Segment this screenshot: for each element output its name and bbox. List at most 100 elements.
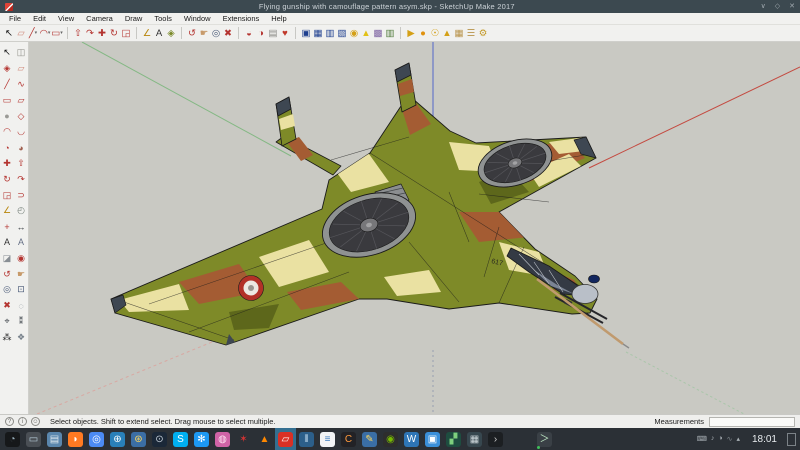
zoom-window-tool-icon[interactable]: ⊡ (14, 282, 28, 298)
volume-tray-icon[interactable]: ♪ (711, 435, 715, 443)
briefcase-app-icon[interactable]: ▣ (422, 428, 443, 450)
help-status-icon[interactable]: ? (5, 417, 14, 426)
model-info-icon[interactable]: ◒ (243, 26, 255, 41)
orbit-tool-icon[interactable]: ↺ (186, 26, 198, 41)
match-photo-icon[interactable]: ◑ (255, 26, 267, 41)
arc-tool-icon[interactable]: ◠ ▾ (39, 26, 51, 41)
look-around-tool-icon[interactable]: ⌖ (0, 314, 14, 330)
orbit-alt-tool-icon[interactable]: ❖ (14, 329, 28, 345)
make-component-icon[interactable]: ◫ (14, 45, 28, 61)
tape-measure-tool-icon[interactable]: ∠ (141, 26, 153, 41)
minimize-button[interactable]: ∨ (761, 0, 766, 13)
paint-bucket-tool-icon[interactable]: ◈ (0, 61, 14, 77)
rectangle-tool-icon[interactable]: ▭ (0, 92, 14, 108)
circle-tool-icon[interactable]: ● (0, 108, 14, 124)
extension-list-icon[interactable]: ☰ (465, 26, 477, 41)
rotated-rectangle-tool-icon[interactable]: ▱ (14, 92, 28, 108)
scale-tool-icon[interactable]: ◲ (120, 26, 132, 41)
menu-window[interactable]: Window (178, 13, 217, 25)
rotate-tool-icon[interactable]: ↻ (0, 171, 14, 187)
image-editor-app-icon[interactable]: ✎ (359, 428, 380, 450)
keyboard-tray-icon[interactable]: ⌨ (697, 435, 707, 443)
sketchup-app-icon[interactable]: ▱ (275, 428, 296, 450)
dark-c-app-icon[interactable]: C (338, 428, 359, 450)
3d-warehouse-icon[interactable]: ♥ (279, 26, 291, 41)
line-tool-icon[interactable]: ╱ (0, 77, 14, 93)
steam-app-icon[interactable]: ⊙ (149, 428, 170, 450)
extension-lens-icon[interactable]: ◉ (348, 26, 360, 41)
menu-view[interactable]: View (52, 13, 80, 25)
terminal-app-icon[interactable]: › (485, 428, 506, 450)
desktop-settings-app-icon[interactable]: ▭ (23, 428, 44, 450)
protractor-tool-icon[interactable]: ◴ (14, 203, 28, 219)
maximize-button[interactable]: ◇ (775, 0, 780, 13)
extension-bulb-icon[interactable]: ☉ (429, 26, 441, 41)
nvidia-settings-app-icon[interactable]: ◉ (380, 428, 401, 450)
menu-help[interactable]: Help (265, 13, 292, 25)
menu-camera[interactable]: Camera (80, 13, 119, 25)
zoom-tool-icon[interactable]: ◎ (0, 282, 14, 298)
pink-circle-app-icon[interactable]: ◍ (212, 428, 233, 450)
network-tray-icon[interactable]: ∿ (727, 435, 733, 443)
chromium-app-icon[interactable]: ◎ (86, 428, 107, 450)
eraser-tool-icon[interactable]: ▱ (15, 26, 27, 41)
position-camera-tool-icon[interactable]: ◉ (14, 250, 28, 266)
application-launcher-button[interactable]: ◔ (2, 428, 23, 450)
menu-edit[interactable]: Edit (27, 13, 52, 25)
blue-striped-app-icon[interactable]: ⫴ (296, 428, 317, 450)
menu-extensions[interactable]: Extensions (217, 13, 266, 25)
extension-columns-icon[interactable]: ▥ (384, 26, 396, 41)
3d-viewport[interactable]: 617 (29, 42, 800, 414)
extension-play-icon[interactable]: ▶ (405, 26, 417, 41)
extension-grid-icon[interactable]: ▦ (453, 26, 465, 41)
text-tool-icon[interactable]: A (153, 26, 165, 41)
calculator-app-icon[interactable]: ▦ (464, 428, 485, 450)
3d-text-tool-icon[interactable]: A (14, 235, 28, 251)
menu-tools[interactable]: Tools (148, 13, 178, 25)
eraser-tool-icon[interactable]: ▱ (14, 61, 28, 77)
axes-tool-icon[interactable]: + (0, 219, 14, 235)
measurements-input[interactable] (709, 417, 795, 427)
pie-tool-icon[interactable]: ◕ (14, 140, 28, 156)
zoom-extents-tool-icon[interactable]: ✖ (222, 26, 234, 41)
gunship-model[interactable]: 617 (111, 63, 629, 348)
print-icon[interactable]: ▤ (267, 26, 279, 41)
freehand-tool-icon[interactable]: ∿ (14, 77, 28, 93)
document-app-icon[interactable]: ≡ (317, 428, 338, 450)
kde-blue-app-icon[interactable]: ✻ (191, 428, 212, 450)
extension-blue-1-icon[interactable]: ▣ (300, 26, 312, 41)
extension-sphere-icon[interactable]: ● (417, 26, 429, 41)
section-plane-tool-icon[interactable]: ◪ (0, 250, 14, 266)
system-monitor-app-icon[interactable]: ▞ (443, 428, 464, 450)
select-tool-icon[interactable]: ↖ (3, 26, 15, 41)
extension-pixels-icon[interactable]: ▩ (372, 26, 384, 41)
extension-settings-icon[interactable]: ⚙ (477, 26, 489, 41)
account-status-icon[interactable]: ☺ (31, 417, 40, 426)
zoom-previous-tool-icon[interactable]: ◌ (14, 298, 28, 314)
rotate-tool-icon[interactable]: ↻ (108, 26, 120, 41)
menu-file[interactable]: File (3, 13, 27, 25)
extension-blue-2-icon[interactable]: ▦ (312, 26, 324, 41)
follow-me-tool-icon[interactable]: ↷ (14, 171, 28, 187)
red-star-app-icon[interactable]: ✶ (233, 428, 254, 450)
rectangle-tool-icon[interactable]: ▭ ▾ (51, 26, 63, 41)
paint-bucket-tool-icon[interactable]: ◈ (165, 26, 177, 41)
pan-tool-icon[interactable]: ☛ (198, 26, 210, 41)
zoom-extents-tool-icon[interactable]: ✖ (0, 298, 14, 314)
info-status-icon[interactable]: i (18, 417, 27, 426)
extension-blue-4-icon[interactable]: ▧ (336, 26, 348, 41)
writer-app-icon[interactable]: W (401, 428, 422, 450)
firefox-app-icon[interactable]: ◗ (65, 428, 86, 450)
walk-tool-icon[interactable]: ⁑ (14, 314, 28, 330)
push-pull-tool-icon[interactable]: ⇧ (72, 26, 84, 41)
two-point-arc-tool-icon[interactable]: ◡ (14, 124, 28, 140)
extension-blue-3-icon[interactable]: ▥ (324, 26, 336, 41)
move-tool-icon[interactable]: ✚ (0, 156, 14, 172)
push-pull-tool-icon[interactable]: ⇧ (14, 156, 28, 172)
display-tray-icon[interactable]: ◑ (718, 435, 722, 443)
browser-globe-app-icon[interactable]: ⊕ (107, 428, 128, 450)
text-tool-icon[interactable]: A (0, 235, 14, 251)
offset-tool-icon[interactable]: ⊃ (14, 187, 28, 203)
select-tool-icon[interactable]: ↖ (0, 45, 14, 61)
tray-expander-icon[interactable]: ▴ (736, 435, 740, 443)
